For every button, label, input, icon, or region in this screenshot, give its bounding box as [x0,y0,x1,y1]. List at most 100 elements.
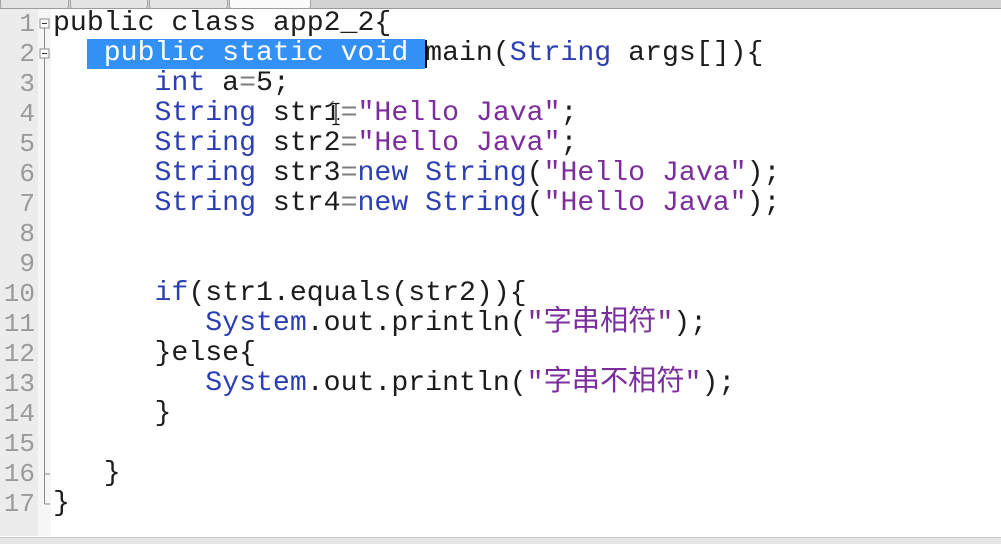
line-number: 17 [3,489,35,519]
line-number-gutter[interactable]: 1 2 3 4 5 6 7 8 9 10 11 12 13 14 15 16 17 [0,9,38,536]
line-number: 9 [19,249,35,279]
code-token-string: "字串相符" [526,308,674,339]
code-token-keyword: if [154,278,189,309]
code-token-keyword: System [205,308,307,339]
code-token-keyword: String [425,158,527,189]
line-number: 6 [19,159,35,189]
line-number: 3 [19,69,35,99]
code-token-keyword: String [509,38,612,69]
code-token-plain: args[]){ [611,38,764,69]
code-line[interactable]: String str4=new String("Hello Java"); [53,189,993,219]
code-line[interactable] [53,219,993,249]
code-token-plain: }else{ [53,338,256,369]
code-line[interactable]: String str1="Hello Java"; [53,99,993,129]
fold-minus-icon[interactable] [39,48,50,59]
code-token-plain: 5; [256,68,290,99]
code-token-plain: } [53,398,172,429]
code-token-plain: str1 [256,98,341,129]
code-line[interactable]: if(str1.equals(str2)){ [53,279,993,309]
fold-minus-icon[interactable] [39,18,50,29]
code-token-keyword: String [154,188,257,219]
code-token-plain: } [53,488,70,519]
code-line[interactable]: int a=5; [53,69,993,99]
code-line[interactable]: } [53,399,993,429]
code-line[interactable]: String str2="Hello Java"; [53,129,993,159]
line-number: 12 [3,339,35,369]
line-number: 5 [19,129,35,159]
code-token-keyword: String [154,158,257,189]
code-line[interactable]: public static void main(String args[]){ [53,39,993,69]
code-token-plain: } [53,458,121,489]
code-token-string: "Hello Java" [357,98,561,129]
line-number: 14 [3,399,35,429]
selected-text: public static void [86,38,426,69]
code-token-operator: = [340,188,358,219]
horizontal-scrollbar[interactable] [0,537,1001,544]
line-number: 13 [3,369,35,399]
code-token-operator: = [340,128,358,159]
code-token-plain: (str1.equals(str2)){ [188,278,527,309]
code-token-plain: ); [746,158,781,189]
code-token-keyword: int [154,68,206,99]
code-token-operator: = [239,68,257,99]
code-token-keyword: String [154,98,257,129]
code-token-string: "Hello Java" [357,128,561,159]
line-number: 1 [19,9,35,39]
code-token-keyword: new [357,188,409,219]
code-token-string: "字串不相符" [526,368,702,399]
code-line[interactable] [53,429,993,459]
line-number: 8 [19,219,35,249]
code-line[interactable]: public class app2_2{ [53,9,993,39]
code-line[interactable] [53,249,993,279]
code-token-keyword: new [357,158,409,189]
code-token-plain: ); [701,368,736,399]
code-token-keyword: String [154,128,257,159]
fold-tree [39,18,50,505]
code-token-plain: str4 [256,188,341,219]
code-token-keyword: String [425,188,527,219]
code-token-plain: ); [746,188,781,219]
code-token-plain: ; [560,128,578,159]
code-token-plain: .out.println( [306,368,527,399]
code-token-operator: = [340,98,358,129]
code-line[interactable]: }else{ [53,339,993,369]
line-number: 7 [19,189,35,219]
code-token-plain: .out.println( [306,308,527,339]
code-token-plain: ); [673,308,708,339]
code-line[interactable]: } [53,489,993,519]
code-token-string: "Hello Java" [543,158,747,189]
code-token-keyword: System [205,368,307,399]
text-caret [425,40,427,68]
code-line[interactable]: String str3=new String("Hello Java"); [53,159,993,189]
line-number: 4 [19,99,35,129]
code-token-plain: ( [526,158,544,189]
code-token-plain: main( [425,38,510,69]
code-token-plain: str3 [256,158,341,189]
code-token-string: "Hello Java" [543,188,747,219]
code-token-plain: public class app2_2{ [53,8,392,39]
mouse-ibeam-cursor-icon [332,102,340,126]
code-editor[interactable]: public class app2_2{ public static void … [53,9,993,536]
line-number: 11 [3,309,35,339]
code-line[interactable]: System.out.println("字串相符"); [53,309,993,339]
line-number: 10 [3,279,35,309]
line-number: 15 [3,429,35,459]
code-token-operator: = [340,158,358,189]
line-number: 16 [3,459,35,489]
code-token-plain: a [205,68,240,99]
code-line[interactable]: } [53,459,993,489]
code-token-plain: str2 [256,128,341,159]
code-line[interactable]: System.out.println("字串不相符"); [53,369,993,399]
fold-margin[interactable] [38,9,51,536]
code-token-plain: ; [560,98,578,129]
